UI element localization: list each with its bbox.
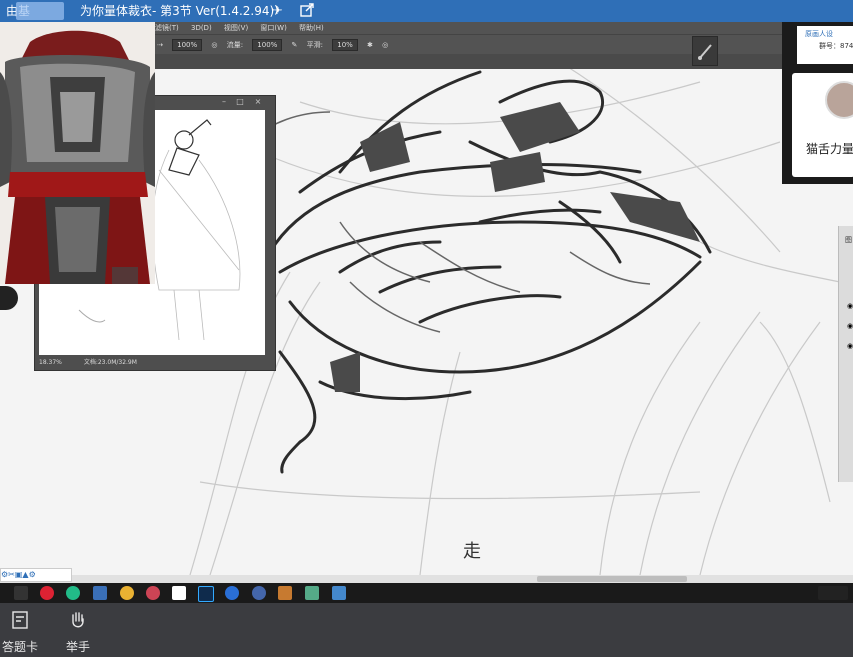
chrome-icon[interactable] xyxy=(120,586,134,600)
flow-label: 流量: xyxy=(226,41,244,49)
menu-filter[interactable]: 滤镜(T) xyxy=(155,24,179,32)
teacher-name: 猫舌力量 xyxy=(806,142,853,156)
app3-icon[interactable] xyxy=(278,586,292,600)
smooth-field[interactable]: 10% xyxy=(332,39,358,51)
group-info-card[interactable]: 原画人设 群号：874 xyxy=(797,26,853,64)
answer-card-label: 答题卡 xyxy=(1,640,38,654)
pressure-size-icon[interactable]: ◎ xyxy=(382,41,388,49)
tool-icon[interactable] xyxy=(172,586,186,600)
menu-help[interactable]: 帮助(H) xyxy=(299,24,324,32)
subtitle-caption: 走 xyxy=(463,541,481,562)
teacher-card[interactable]: 猫舌力量 xyxy=(792,73,853,177)
hand-icon xyxy=(72,612,84,628)
layers-title: 图 xyxy=(845,236,852,244)
close-button[interactable]: × xyxy=(253,97,263,107)
wechat-icon[interactable] xyxy=(66,586,80,600)
avatar xyxy=(825,81,853,119)
redaction-block xyxy=(16,2,64,20)
group-number: 群号：874 xyxy=(819,42,853,50)
color-app-icon[interactable] xyxy=(146,586,160,600)
raise-hand-button[interactable]: 举手 xyxy=(56,611,100,655)
ps-ruler-area xyxy=(155,54,783,69)
app-titlebar: 由基为你量体裁衣- 第3节 Ver(1.4.2.94) ✈ xyxy=(0,0,853,22)
app-icon[interactable] xyxy=(93,586,107,600)
zoom-level[interactable]: 18.37% xyxy=(39,359,62,366)
menu-view[interactable]: 视图(V) xyxy=(224,24,248,32)
layers-panel[interactable]: 图 ◉ ◉ ◉ xyxy=(838,226,853,482)
minimize-button[interactable]: – xyxy=(219,97,229,107)
share-icon[interactable] xyxy=(298,2,316,20)
browser-icon[interactable] xyxy=(225,586,239,600)
maximize-button[interactable]: □ xyxy=(235,97,245,107)
send-icon[interactable]: ✈ xyxy=(268,2,286,20)
armor-reference-image xyxy=(0,22,155,284)
answer-card-button[interactable]: 答题卡 xyxy=(0,611,42,655)
navigator-status: 18.37% 文档:23.0M/32.9M xyxy=(39,358,271,368)
opacity-field[interactable]: 100% xyxy=(172,39,203,51)
group-title: 原画人设 xyxy=(805,30,833,38)
answer-card-icon xyxy=(12,611,28,629)
menu-window[interactable]: 窗口(W) xyxy=(260,24,286,32)
pressure-opacity-icon[interactable]: ◎ xyxy=(211,41,217,49)
eye-icon[interactable]: ◉ xyxy=(847,322,853,330)
brush-icon xyxy=(698,44,712,60)
raise-hand-label: 举手 xyxy=(65,640,90,654)
document-size: 文档:23.0M/32.9M xyxy=(83,359,137,366)
flow-field[interactable]: 100% xyxy=(252,39,283,51)
settings-icon[interactable]: ⚙✂▣▲⚙ xyxy=(1,570,36,579)
ps-options-bar: ⇢ 100% ◎ 流量: 100% ✎ 平滑: 10% ✱ ◎ xyxy=(155,34,783,55)
app5-icon[interactable] xyxy=(332,586,346,600)
gear-icon[interactable]: ✱ xyxy=(367,41,373,49)
app2-icon[interactable] xyxy=(252,586,266,600)
title-suffix: 为你量体裁衣- 第3节 Ver(1.4.2.94) xyxy=(80,4,275,18)
floating-toolbar[interactable]: ⚙✂▣▲⚙ xyxy=(0,568,72,582)
menu-3d[interactable]: 3D(D) xyxy=(191,24,212,32)
ps-menubar: 滤镜(T) 3D(D) 视图(V) 窗口(W) 帮助(H) xyxy=(155,22,783,34)
airbrush-icon[interactable]: ✎ xyxy=(292,41,298,49)
system-tray-icon[interactable] xyxy=(818,586,848,600)
brush-mode-icon[interactable]: ⇢ xyxy=(157,41,163,49)
eye-icon[interactable]: ◉ xyxy=(847,342,853,350)
windows-taskbar xyxy=(0,583,853,603)
eye-icon[interactable]: ◉ xyxy=(847,302,853,310)
brush-panel[interactable] xyxy=(692,36,718,66)
horizontal-scrollbar[interactable] xyxy=(0,575,853,583)
photoshop-icon[interactable] xyxy=(198,586,214,602)
app4-icon[interactable] xyxy=(305,586,319,600)
task-view-icon[interactable] xyxy=(14,586,28,600)
netease-icon[interactable] xyxy=(40,586,54,600)
smooth-label: 平滑: xyxy=(306,41,324,49)
bottom-toolbar: 答题卡 举手 xyxy=(0,603,853,657)
scrollbar-thumb[interactable] xyxy=(537,576,687,582)
